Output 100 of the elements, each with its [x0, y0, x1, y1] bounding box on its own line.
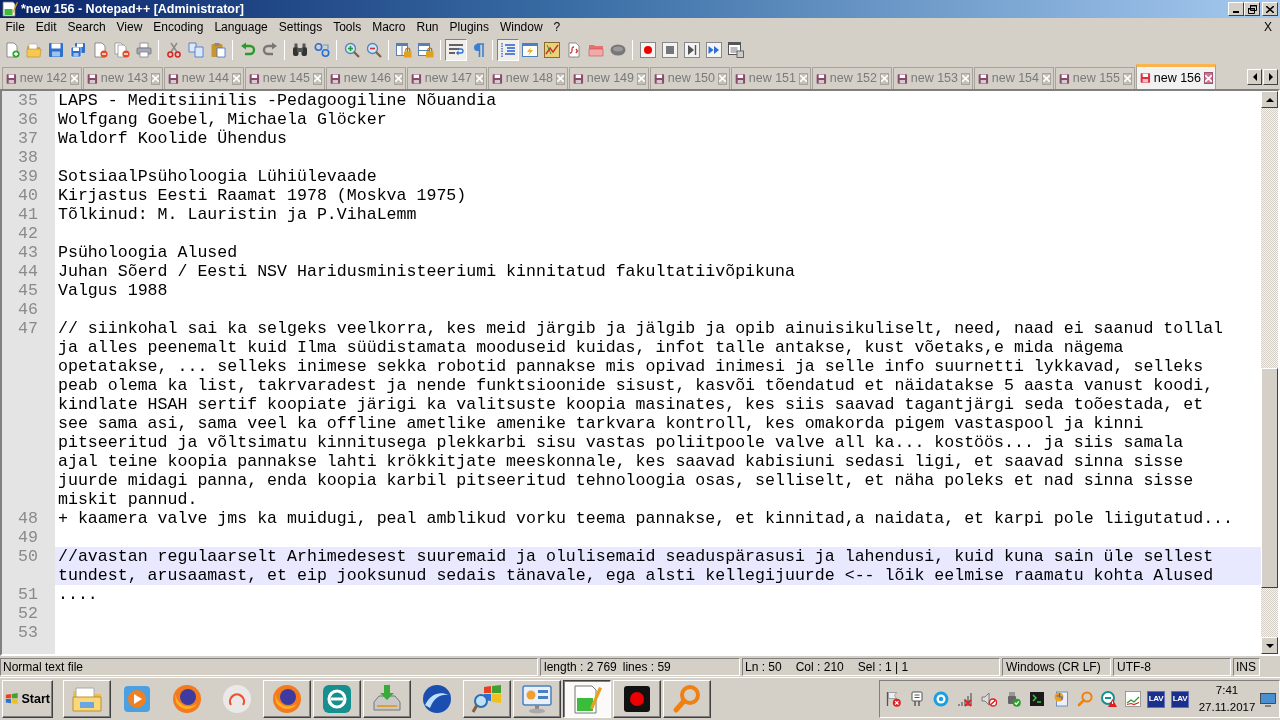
swap-rings-icon [314, 41, 330, 58]
signal-bars-icon[interactable] [957, 691, 973, 707]
caret-left-icon [1252, 73, 1257, 81]
tiles-magnifier-icon [471, 683, 503, 715]
globe-icon [271, 683, 303, 715]
close-icon [719, 75, 726, 82]
scroll-down-button[interactable] [1261, 637, 1278, 654]
menu-item[interactable]: Search [62, 20, 112, 35]
minimize-icon [1233, 11, 1239, 13]
muted-speaker-icon[interactable] [981, 691, 997, 707]
close-tab-button[interactable] [232, 72, 241, 85]
close-tab-button[interactable] [1042, 72, 1051, 85]
close-icon [557, 75, 564, 82]
redo-arrow-icon [262, 41, 278, 58]
line-number: 50 [17, 547, 39, 568]
scroll-tabs-left-button[interactable] [1247, 69, 1262, 85]
menu-item[interactable]: ? [548, 20, 566, 35]
code-line: Kirjastus Eesti Raamat 1978 (Moskva 1975) [57, 186, 468, 205]
close-tab-button[interactable] [313, 72, 322, 85]
scissors-icon [166, 41, 182, 58]
window-title: *new 156 - Notepad++ [Administrator] [21, 1, 244, 17]
menu-item[interactable]: Run [411, 20, 445, 35]
dashboard-icon [521, 683, 553, 715]
close-tab-button[interactable] [1123, 72, 1132, 85]
ring-icon[interactable] [933, 691, 949, 707]
menu-item[interactable]: File [0, 20, 31, 35]
close-tab-button[interactable] [151, 72, 160, 85]
close-tab-button[interactable] [961, 72, 970, 85]
close-tab-button[interactable] [637, 72, 646, 85]
menu-item[interactable]: Tools [327, 20, 367, 35]
line-number: 38 [17, 148, 39, 167]
start-button[interactable]: Start [2, 680, 53, 718]
close-tab-button[interactable] [70, 72, 79, 85]
code-line: Tõlkinud: M. Lauristin ja P.VihaLemm [57, 205, 418, 224]
close-tab-button[interactable] [556, 72, 565, 85]
play-icon [684, 41, 700, 58]
close-tab-button[interactable] [394, 72, 403, 85]
line-number: 52 [17, 604, 39, 623]
menu-item[interactable]: Plugins [444, 20, 495, 35]
tray-tile[interactable]: LAV [1147, 690, 1165, 708]
usb-check-icon[interactable] [1005, 691, 1021, 707]
record-icon [640, 41, 656, 58]
menu-item[interactable]: View [111, 20, 148, 35]
ring-tile-icon [321, 683, 353, 715]
line-number: 43 [17, 243, 39, 262]
menu-item[interactable]: Macro [366, 20, 411, 35]
terminal-icon[interactable] [1029, 691, 1045, 707]
flag-error-icon[interactable] [885, 691, 901, 707]
close-icon [881, 75, 888, 82]
tray-tile[interactable]: LAV [1171, 690, 1189, 708]
close-icon [962, 75, 969, 82]
monitor-icon[interactable] [1260, 691, 1276, 707]
code-line: Psüholoogia Alused [57, 243, 239, 262]
update-page-icon[interactable] [1053, 691, 1069, 707]
line-number: 40 [17, 186, 39, 205]
scroll-thumb[interactable] [1261, 368, 1278, 588]
code-line: Wolfgang Goebel, Michaela Glöcker [57, 110, 388, 129]
close-button[interactable] [1262, 2, 1278, 16]
magnifier-icon [671, 683, 703, 715]
menu-item[interactable]: Encoding [147, 20, 209, 35]
scroll-up-button[interactable] [1261, 91, 1278, 108]
caret-down-icon [1265, 643, 1274, 648]
tab[interactable]: new 156 [1136, 64, 1216, 89]
stop-icon [662, 41, 678, 58]
close-icon [314, 75, 321, 82]
start-logo-icon [5, 691, 19, 707]
window-lock-icon [418, 41, 434, 58]
code-line: SotsiaalPsüholoogia Lühiülevaade [57, 167, 378, 186]
line-number: 36 [17, 110, 39, 129]
close-tab-button[interactable] [718, 72, 727, 85]
record-icon [621, 683, 653, 715]
restore-button[interactable] [1244, 2, 1260, 16]
close-tab-button[interactable] [880, 72, 889, 85]
menu-item[interactable]: Edit [30, 20, 63, 35]
arc-disc-icon [221, 683, 253, 715]
line-number: 47 [17, 319, 39, 340]
notepad-pen-icon [571, 683, 603, 715]
menu-item[interactable]: Window [494, 20, 549, 35]
close-tab-button[interactable] [799, 72, 808, 85]
close-document-button[interactable]: X [1262, 20, 1274, 35]
minimize-button[interactable] [1228, 2, 1244, 16]
page-minus-icon [92, 41, 108, 58]
close-tab-button[interactable] [1204, 72, 1213, 84]
line-number: 45 [17, 281, 39, 300]
menu-item[interactable]: Language [208, 20, 274, 35]
close-tab-button[interactable] [475, 72, 484, 85]
menu-item[interactable]: Settings [273, 20, 328, 35]
indent-guide-button[interactable] [497, 38, 519, 61]
pages-icon [188, 41, 204, 58]
code-line: Valgus 1988 [57, 281, 169, 300]
code-line: Juhan Sõerd / Eesti NSV Haridusministeeriumi kinnitatud fakultatiivõpikuna [57, 262, 796, 281]
status-field: Normal text file [0, 658, 538, 676]
word-wrap-button[interactable] [445, 38, 467, 61]
plug-icon[interactable] [909, 691, 925, 707]
scroll-tabs-right-button[interactable] [1263, 69, 1278, 85]
close-icon [1124, 75, 1131, 82]
taskbar-button[interactable] [563, 680, 611, 718]
ring-warning-icon[interactable] [1101, 691, 1117, 707]
play-tile-icon [121, 683, 153, 715]
line-chart-icon[interactable] [1125, 691, 1141, 707]
